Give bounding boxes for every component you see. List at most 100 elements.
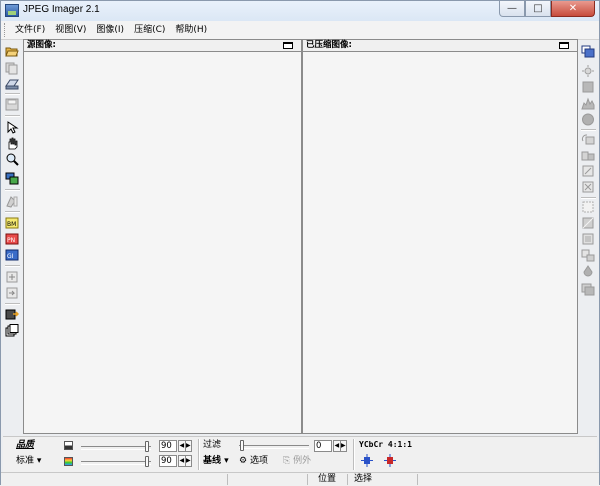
filter-stepper[interactable]: ◀ ▶ — [333, 440, 347, 452]
square-icon[interactable] — [581, 81, 595, 94]
layers-icon[interactable] — [581, 283, 595, 296]
baseline-label: 基线 — [203, 456, 222, 466]
select-arrow-icon[interactable] — [5, 121, 19, 134]
stepper-right-icon[interactable]: ▶ — [184, 456, 192, 466]
compressed-pane-title: 已压缩图像: — [306, 40, 352, 50]
right-toolbar — [579, 41, 597, 435]
filter-input[interactable]: 0 — [314, 440, 332, 452]
filter-label: 过滤 — [203, 440, 222, 450]
menu-compress[interactable]: 压缩(C) — [129, 23, 170, 37]
luminance-quality-slider[interactable] — [81, 446, 151, 450]
crop-icon[interactable] — [581, 181, 595, 194]
left-toolbar: BM PN GI — [3, 41, 21, 435]
toolbar-separator — [581, 197, 596, 199]
menu-file[interactable]: 文件(F) — [10, 23, 50, 37]
luminance-quality-stepper[interactable]: ◀ ▶ — [178, 440, 192, 452]
filter-slider[interactable] — [239, 445, 309, 449]
stepper-right-icon[interactable]: ▶ — [339, 441, 347, 451]
exceptions-button[interactable]: ⎘ 例外 — [283, 455, 311, 467]
rotate-icon[interactable] — [581, 133, 595, 146]
maximize-button[interactable]: □ — [525, 1, 551, 17]
resize-icon[interactable] — [581, 165, 595, 178]
luminance-quality-input[interactable]: 90 — [159, 440, 177, 452]
toolbar-separator — [5, 93, 20, 95]
filter-slider-thumb[interactable] — [240, 440, 244, 451]
zoom-in-icon[interactable] — [5, 271, 19, 284]
maximize-icon: □ — [533, 3, 543, 14]
png-convert-icon[interactable]: PN — [5, 232, 19, 245]
blur-icon[interactable] — [581, 217, 595, 230]
toolbar-separator — [5, 211, 20, 213]
menu-image[interactable]: 图像(I) — [91, 23, 129, 37]
standard-dropdown[interactable]: 标准 ▾ — [16, 455, 41, 467]
batch-icon[interactable] — [5, 324, 19, 337]
zoom-icon[interactable] — [5, 153, 19, 166]
close-button[interactable]: ✕ — [551, 1, 595, 17]
options-button[interactable]: ⚙ 选项 — [239, 455, 268, 467]
drop-icon[interactable] — [581, 265, 595, 278]
title-bar[interactable]: JPEG Imager 2.1 — □ ✕ — [1, 1, 599, 21]
exceptions-label: 例外 — [293, 456, 312, 466]
panel-separator — [198, 439, 200, 470]
svg-text:BM: BM — [7, 221, 16, 228]
save-icon[interactable] — [5, 98, 19, 111]
subsample-red-icon[interactable] — [383, 454, 397, 467]
compressed-pane-header: 已压缩图像: — [303, 40, 577, 52]
chrominance-icon — [64, 457, 73, 466]
gif-convert-icon[interactable]: GI — [5, 248, 19, 261]
scan-icon[interactable] — [5, 77, 19, 90]
toolbar-separator — [581, 129, 596, 131]
exceptions-icon: ⎘ — [283, 456, 291, 466]
chrominance-slider-thumb[interactable] — [145, 456, 149, 467]
app-icon[interactable] — [5, 4, 19, 17]
brightness-icon[interactable] — [581, 65, 595, 78]
luminance-icon — [64, 441, 73, 450]
paint-icon[interactable] — [5, 195, 19, 208]
open-folder-icon[interactable] — [5, 45, 19, 58]
luminance-slider-thumb[interactable] — [145, 441, 149, 452]
svg-text:GI: GI — [7, 253, 14, 260]
app-window: JPEG Imager 2.1 — □ ✕ 文件(F) 视图(V) 图像(I) … — [0, 0, 600, 486]
source-image-pane[interactable]: 源图像: — [23, 39, 302, 434]
hand-icon[interactable] — [5, 137, 19, 150]
chrominance-quality-slider[interactable] — [81, 461, 151, 465]
compressed-pane-maximize-icon[interactable] — [559, 42, 569, 49]
quality-label: 品质 — [16, 440, 35, 450]
options-label: 选项 — [249, 456, 268, 466]
status-position: 位置 — [307, 474, 347, 485]
dropdown-arrow-icon: ▾ — [36, 456, 42, 466]
filter-icon[interactable] — [581, 233, 595, 246]
menu-view[interactable]: 视图(V) — [50, 23, 91, 37]
chrominance-quality-stepper[interactable]: ◀ ▶ — [178, 455, 192, 467]
status-bar: 位置 选择 — [1, 472, 599, 486]
dropdown-arrow-icon: ▾ — [224, 456, 229, 466]
emboss-icon[interactable] — [581, 249, 595, 262]
zoom-out-icon[interactable] — [5, 287, 19, 300]
copy-icon[interactable] — [5, 62, 19, 75]
source-pane-maximize-icon[interactable] — [283, 42, 293, 49]
menu-help[interactable]: 帮助(H) — [170, 23, 212, 37]
source-pane-header: 源图像: — [24, 40, 301, 52]
baseline-dropdown[interactable]: 基线 ▾ — [203, 455, 229, 467]
bmp-convert-icon[interactable]: BM — [5, 216, 19, 229]
source-pane-title: 源图像: — [27, 40, 56, 50]
close-icon: ✕ — [568, 3, 578, 14]
ycbcr-label: YCbCr 4:1:1 — [359, 440, 412, 449]
status-cell-info — [417, 474, 599, 485]
minimize-button[interactable]: — — [499, 1, 525, 17]
toolbar-separator — [5, 115, 20, 117]
flip-icon[interactable] — [581, 149, 595, 162]
circle-icon[interactable] — [581, 113, 595, 126]
export-icon[interactable] — [5, 308, 19, 321]
compressed-image-pane[interactable]: 已压缩图像: — [302, 39, 578, 434]
menu-grip[interactable] — [4, 23, 8, 37]
subsample-blue-icon[interactable] — [360, 454, 374, 467]
windows-icon[interactable] — [581, 45, 595, 58]
stepper-right-icon[interactable]: ▶ — [184, 441, 192, 451]
compare-icon[interactable] — [5, 172, 19, 185]
chrominance-quality-input[interactable]: 90 — [159, 455, 177, 467]
menu-bar: 文件(F) 视图(V) 图像(I) 压缩(C) 帮助(H) — [1, 21, 599, 40]
sharpen-icon[interactable] — [581, 201, 595, 214]
status-select: 选择 — [347, 474, 417, 485]
histogram-icon[interactable] — [581, 97, 595, 110]
